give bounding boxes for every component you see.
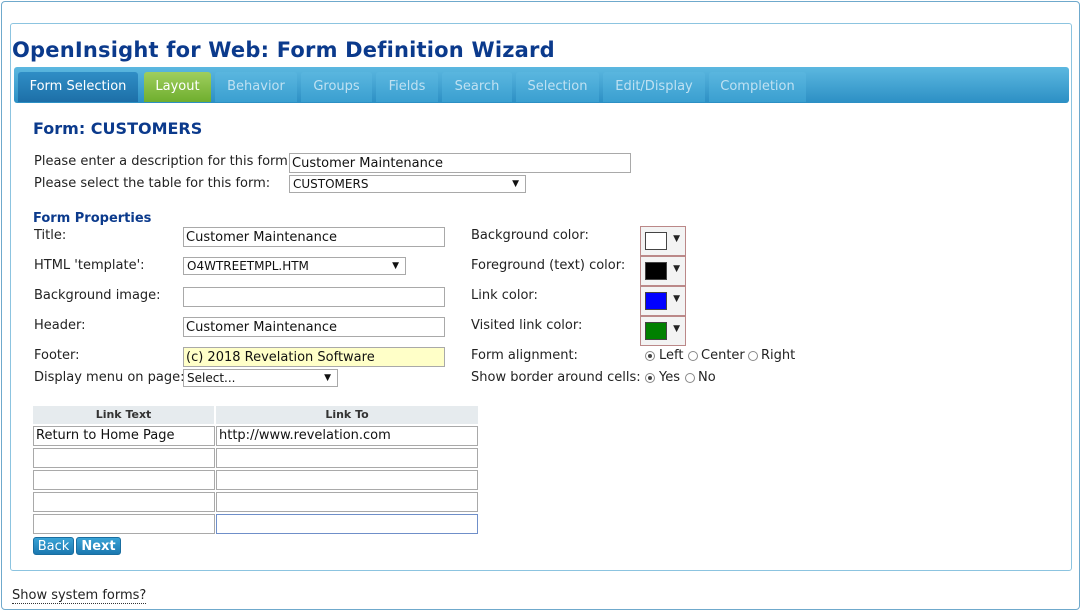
link-color-label: Link color: bbox=[471, 288, 538, 303]
menu-select-value: Select... bbox=[187, 371, 236, 385]
border-no-radio[interactable] bbox=[685, 373, 695, 383]
next-button[interactable]: Next bbox=[76, 537, 121, 555]
border-no-label: No bbox=[698, 370, 716, 385]
header-label: Header: bbox=[34, 318, 86, 333]
description-input[interactable] bbox=[289, 153, 631, 173]
tab-selection[interactable]: Selection bbox=[516, 72, 599, 102]
show-system-forms-link[interactable]: Show system forms? bbox=[12, 588, 147, 604]
wizard-tab-bar: Form Selection Layout Behavior Groups Fi… bbox=[14, 67, 1069, 103]
link-color-chip bbox=[645, 292, 667, 310]
fg-color-chip bbox=[645, 262, 667, 280]
form-heading: Form: CUSTOMERS bbox=[33, 119, 203, 138]
tab-search[interactable]: Search bbox=[442, 72, 512, 102]
description-label: Please enter a description for this form… bbox=[34, 154, 293, 169]
table-select-value: CUSTOMERS bbox=[293, 177, 369, 191]
link-to-cell[interactable] bbox=[216, 470, 478, 490]
alignment-right-radio[interactable] bbox=[748, 351, 758, 361]
visited-color-picker[interactable]: ▼ bbox=[640, 316, 686, 346]
title-input[interactable] bbox=[183, 227, 445, 247]
form-properties-heading: Form Properties bbox=[33, 211, 152, 226]
tab-edit-display[interactable]: Edit/Display bbox=[603, 72, 705, 102]
dropdown-arrow-icon: ▼ bbox=[673, 324, 680, 334]
link-text-cell[interactable] bbox=[33, 514, 215, 534]
dropdown-arrow-icon: ▼ bbox=[673, 294, 680, 304]
link-text-cell[interactable] bbox=[33, 448, 215, 468]
link-to-cell[interactable] bbox=[216, 514, 478, 534]
link-text-cell[interactable] bbox=[33, 470, 215, 490]
alignment-label: Form alignment: bbox=[471, 348, 578, 363]
link-color-picker[interactable]: ▼ bbox=[640, 286, 686, 316]
footer-label: Footer: bbox=[34, 348, 80, 363]
dropdown-arrow-icon: ▼ bbox=[392, 261, 399, 271]
table-label: Please select the table for this form: bbox=[34, 176, 271, 191]
dropdown-arrow-icon: ▼ bbox=[673, 264, 680, 274]
link-to-cell[interactable] bbox=[216, 448, 478, 468]
alignment-left-label: Left bbox=[659, 348, 684, 363]
bg-color-label: Background color: bbox=[471, 228, 589, 243]
tab-groups[interactable]: Groups bbox=[301, 72, 372, 102]
link-to-cell[interactable] bbox=[216, 492, 478, 512]
border-label: Show border around cells: bbox=[471, 370, 641, 385]
bg-image-input[interactable] bbox=[183, 287, 445, 307]
alignment-center-radio[interactable] bbox=[688, 351, 698, 361]
fg-color-picker[interactable]: ▼ bbox=[640, 256, 686, 286]
dropdown-arrow-icon: ▼ bbox=[512, 179, 519, 189]
link-to-header: Link To bbox=[216, 406, 478, 424]
dropdown-arrow-icon: ▼ bbox=[673, 234, 680, 244]
tab-layout[interactable]: Layout bbox=[144, 72, 211, 102]
back-button[interactable]: Back bbox=[33, 537, 74, 555]
menu-label: Display menu on page: bbox=[34, 370, 185, 385]
table-select[interactable]: CUSTOMERS ▼ bbox=[289, 175, 526, 193]
tab-completion[interactable]: Completion bbox=[709, 72, 806, 102]
template-select-value: O4WTREETMPL.HTM bbox=[187, 259, 309, 273]
alignment-right-label: Right bbox=[761, 348, 796, 363]
tab-form-selection[interactable]: Form Selection bbox=[18, 72, 138, 102]
border-yes-radio[interactable] bbox=[645, 373, 655, 383]
tab-behavior[interactable]: Behavior bbox=[215, 72, 297, 102]
visited-color-label: Visited link color: bbox=[471, 318, 583, 333]
footer-input[interactable] bbox=[183, 347, 445, 367]
title-label: Title: bbox=[34, 228, 67, 243]
header-input[interactable] bbox=[183, 317, 445, 337]
app-title: OpenInsight for Web: Form Definition Wiz… bbox=[12, 38, 555, 62]
bg-color-picker[interactable]: ▼ bbox=[640, 226, 686, 256]
bg-color-chip bbox=[645, 232, 667, 250]
fg-color-label: Foreground (text) color: bbox=[471, 258, 626, 273]
visited-color-chip bbox=[645, 322, 667, 340]
tab-fields[interactable]: Fields bbox=[376, 72, 438, 102]
bg-image-label: Background image: bbox=[34, 288, 161, 303]
alignment-center-label: Center bbox=[701, 348, 745, 363]
link-text-cell[interactable] bbox=[33, 492, 215, 512]
dropdown-arrow-icon: ▼ bbox=[324, 373, 331, 383]
alignment-left-radio[interactable] bbox=[645, 351, 655, 361]
template-label: HTML 'template': bbox=[34, 258, 145, 273]
border-yes-label: Yes bbox=[659, 370, 680, 385]
template-select[interactable]: O4WTREETMPL.HTM ▼ bbox=[183, 257, 406, 275]
link-text-header: Link Text bbox=[33, 406, 214, 424]
link-to-cell[interactable]: http://www.revelation.com bbox=[216, 426, 478, 446]
menu-select[interactable]: Select... ▼ bbox=[183, 369, 338, 387]
link-text-cell[interactable]: Return to Home Page bbox=[33, 426, 215, 446]
